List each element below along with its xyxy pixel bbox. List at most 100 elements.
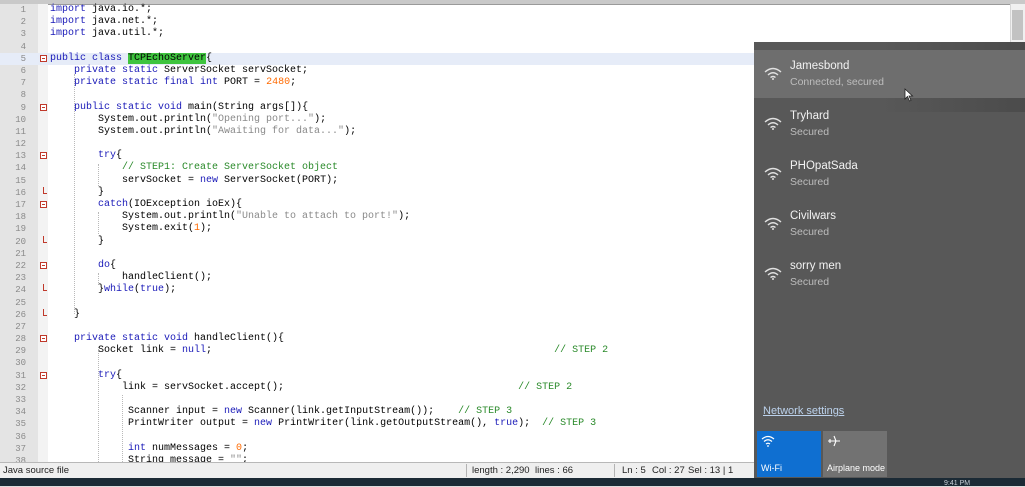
- code-token: // STEP 2: [554, 345, 609, 357]
- line-number: 11: [15, 126, 26, 137]
- line-number: 32: [15, 382, 26, 393]
- code-text[interactable]: PrintWriter output = new PrintWriter(lin…: [50, 418, 596, 430]
- code-token: ServerSocket(PORT);: [224, 174, 339, 186]
- wifi-network-status: Secured: [790, 226, 830, 238]
- code-token: public class: [50, 52, 129, 64]
- fold-toggle-icon[interactable]: [40, 152, 47, 160]
- wifi-network-item[interactable]: [754, 100, 1025, 148]
- code-token: // STEP 3: [458, 406, 513, 418]
- code-token: ;: [242, 442, 249, 454]
- status-separator: [466, 464, 467, 477]
- code-text[interactable]: System.out.println("Awaiting for data...…: [50, 126, 356, 138]
- wifi-toggle-button[interactable]: Wi-Fi: [757, 431, 821, 477]
- code-text[interactable]: }while(true);: [50, 284, 176, 296]
- code-text[interactable]: System.out.println("Opening port...");: [50, 114, 326, 126]
- fold-toggle-icon[interactable]: [40, 371, 47, 379]
- line-number: 34: [15, 407, 26, 418]
- code-text[interactable]: String message = "";: [50, 455, 248, 462]
- code-token: link = servSocket.accept();: [50, 381, 519, 393]
- fold-toggle-icon[interactable]: [40, 103, 47, 111]
- code-text[interactable]: do{: [50, 260, 116, 272]
- line-number: 20: [15, 236, 26, 247]
- code-token: Socket link =: [50, 345, 183, 357]
- code-text[interactable]: private static final int PORT = 2480;: [50, 77, 296, 89]
- code-text[interactable]: try{: [50, 150, 122, 162]
- wifi-signal-icon: [764, 267, 782, 280]
- fold-end-marker: [43, 308, 47, 316]
- code-line[interactable]: 2 import java.net.*;: [0, 16, 1025, 28]
- code-text[interactable]: import java.util.*;: [50, 28, 164, 40]
- code-token: Scanner input =: [50, 406, 225, 418]
- line-number: 29: [15, 346, 26, 357]
- code-text[interactable]: handleClient();: [50, 272, 212, 284]
- wifi-network-item[interactable]: [754, 50, 1025, 98]
- code-text[interactable]: Scanner input = new Scanner(link.getInpu…: [50, 406, 512, 418]
- code-line[interactable]: 1 import java.io.*;: [0, 4, 1025, 16]
- wifi-network-item[interactable]: [754, 250, 1025, 298]
- fold-end-marker: [43, 235, 47, 243]
- code-token: true: [494, 418, 519, 430]
- code-text[interactable]: }: [50, 236, 104, 248]
- wifi-network-name: Civilwars: [790, 210, 836, 222]
- code-token: {: [116, 369, 123, 381]
- code-text[interactable]: }: [50, 187, 104, 199]
- code-text[interactable]: import java.net.*;: [50, 16, 158, 28]
- code-text[interactable]: }: [50, 309, 80, 321]
- code-text[interactable]: Socket link = null; // STEP 2: [50, 345, 608, 357]
- line-number: 1: [20, 5, 26, 15]
- code-text[interactable]: int numMessages = 0;: [50, 443, 248, 455]
- code-token: try: [98, 369, 117, 381]
- code-text[interactable]: private static ServerSocket servSocket;: [50, 65, 308, 77]
- code-text[interactable]: System.exit(1);: [50, 223, 212, 235]
- code-token: System.out.println(: [50, 113, 213, 125]
- scrollbar-thumb[interactable]: [1012, 10, 1023, 40]
- status-separator: [614, 464, 615, 477]
- code-text[interactable]: link = servSocket.accept(); // STEP 2: [50, 382, 572, 394]
- wifi-icon: [761, 435, 775, 447]
- network-settings-link[interactable]: Network settings: [763, 405, 844, 417]
- taskbar[interactable]: [0, 478, 1025, 486]
- code-text[interactable]: import java.io.*;: [50, 4, 152, 16]
- wifi-network-name: Jamesbond: [790, 60, 850, 72]
- line-number: 6: [20, 65, 26, 76]
- code-token: // STEP 2: [518, 381, 573, 393]
- wifi-network-item[interactable]: [754, 200, 1025, 248]
- code-token: import: [50, 4, 93, 15]
- line-number: 4: [20, 41, 26, 52]
- code-token: // STEP 3: [542, 418, 597, 430]
- fold-toggle-icon[interactable]: [40, 54, 47, 62]
- code-token: {: [206, 52, 213, 64]
- code-text[interactable]: servSocket = new ServerSocket(PORT);: [50, 175, 338, 187]
- fold-toggle-icon[interactable]: [40, 201, 47, 208]
- line-number: 5: [20, 53, 26, 64]
- status-sel: Sel : 13 | 1: [688, 465, 734, 476]
- code-text[interactable]: // STEP1: Create ServerSocket object: [50, 162, 338, 174]
- airplane-mode-button[interactable]: Airplane mode: [823, 431, 887, 477]
- code-token: true: [140, 284, 165, 296]
- code-text[interactable]: System.out.println("Unable to attach to …: [50, 211, 410, 223]
- code-line[interactable]: 3 import java.util.*;: [0, 28, 1025, 40]
- line-number: 16: [15, 187, 26, 198]
- code-token: System.exit(: [50, 223, 195, 235]
- code-text[interactable]: private static void handleClient(){: [50, 333, 284, 345]
- fold-toggle-icon[interactable]: [40, 335, 47, 343]
- code-token: );: [164, 284, 177, 296]
- line-number: 7: [20, 78, 26, 89]
- code-text[interactable]: public class TCPEchoServer{: [50, 52, 213, 65]
- line-number: 3: [20, 29, 26, 40]
- code-text[interactable]: public static void main(String args[]){: [50, 102, 308, 114]
- wifi-network-status: Secured: [790, 176, 830, 188]
- code-token: "Awaiting for data...": [212, 125, 345, 137]
- fold-toggle-icon[interactable]: [40, 261, 47, 269]
- code-text[interactable]: try{: [50, 370, 122, 382]
- code-text[interactable]: catch(IOException ioEx){: [50, 199, 242, 211]
- code-token: 2480: [266, 77, 291, 89]
- code-token: servSocket =: [50, 174, 201, 186]
- wifi-network-item[interactable]: [754, 150, 1025, 198]
- wifi-network-name: Tryhard: [790, 110, 830, 122]
